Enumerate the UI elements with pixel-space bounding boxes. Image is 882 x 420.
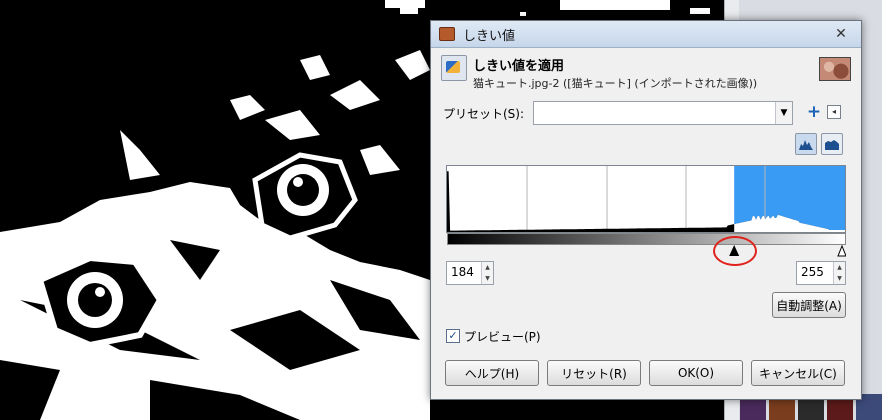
- dialog-header: しきい値を適用 猫キュート.jpg-2 ([猫キュート] (インポートされた画像…: [441, 53, 855, 93]
- add-preset-icon[interactable]: +: [805, 102, 823, 122]
- high-threshold-handle: [837, 244, 847, 257]
- threshold-dialog: しきい値 ✕ しきい値を適用 猫キュート.jpg-2 ([猫キュート] (インポ…: [430, 20, 862, 400]
- threshold-tool-icon: [441, 55, 467, 81]
- high-threshold-spinbox[interactable]: 255 ▲ ▼: [796, 261, 846, 285]
- threshold-handles: [446, 243, 847, 257]
- low-threshold-value[interactable]: 184: [451, 265, 474, 279]
- histogram-grid: [526, 166, 766, 232]
- preview-label[interactable]: プレビュー(P): [464, 328, 541, 345]
- logarithmic-histogram-icon[interactable]: [821, 133, 843, 155]
- gimp-app-icon: [439, 27, 455, 41]
- image-subtitle: 猫キュート.jpg-2 ([猫キュート] (インポートされた画像)): [473, 77, 758, 90]
- dialog-titlebar[interactable]: しきい値 ✕: [431, 21, 861, 48]
- histogram-scale-buttons: [795, 133, 847, 157]
- spin-arrows-icon[interactable]: ▲ ▼: [833, 262, 845, 284]
- reset-button[interactable]: リセット(R): [547, 360, 641, 386]
- preset-row: プリセット(S): ▼ + ◂: [443, 101, 853, 125]
- preset-menu-icon[interactable]: ◂: [827, 105, 841, 119]
- preview-checkbox[interactable]: ✓: [446, 329, 460, 343]
- image-thumbnail: [819, 57, 851, 81]
- operation-title: しきい値を適用: [473, 59, 565, 74]
- close-icon[interactable]: ✕: [827, 25, 855, 43]
- preset-combobox[interactable]: ▼: [533, 101, 793, 125]
- histogram-graph: [447, 166, 845, 232]
- low-threshold-spinbox[interactable]: 184 ▲ ▼: [446, 261, 494, 285]
- cancel-button[interactable]: キャンセル(C): [751, 360, 845, 386]
- spin-arrows-icon[interactable]: ▲ ▼: [481, 262, 493, 284]
- auto-button[interactable]: 自動調整(A): [772, 292, 846, 318]
- chevron-down-icon[interactable]: ▼: [775, 102, 792, 124]
- red-annotation-circle: [713, 236, 757, 266]
- dialog-title: しきい値: [463, 28, 516, 44]
- preset-label: プリセット(S):: [443, 107, 525, 121]
- help-button[interactable]: ヘルプ(H): [445, 360, 539, 386]
- high-threshold-value[interactable]: 255: [801, 265, 824, 279]
- histogram-view[interactable]: [446, 165, 846, 233]
- linear-histogram-icon[interactable]: [795, 133, 817, 155]
- ok-button[interactable]: OK(O): [649, 360, 743, 386]
